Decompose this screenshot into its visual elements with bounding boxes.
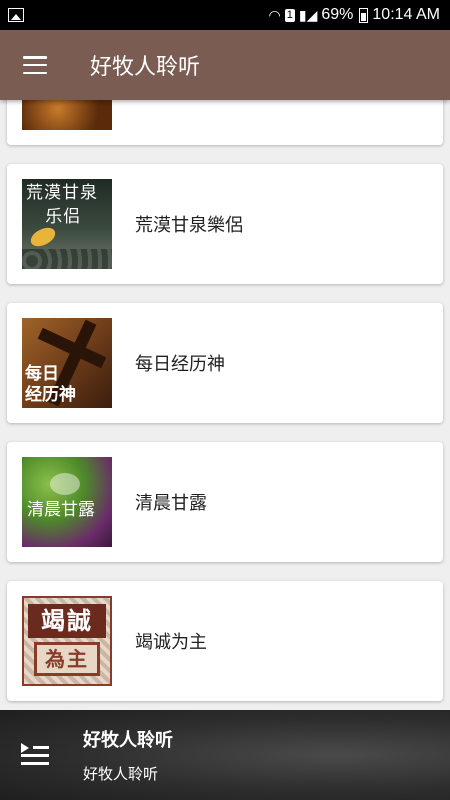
- image-icon: [8, 8, 24, 22]
- list-item[interactable]: 荒漠甘泉 乐侣 荒漠甘泉樂侶: [7, 164, 443, 284]
- queue-music-icon: [21, 743, 49, 767]
- sim-badge: 1: [284, 8, 295, 22]
- album-list[interactable]: 荒漠甘泉 乐侣 荒漠甘泉樂侶 每日 经历神 每日经历神 清晨甘露 清晨甘露 竭誠 …: [0, 100, 450, 710]
- clock: 10:14 AM: [372, 6, 440, 23]
- wifi-icon: ◠: [268, 6, 281, 23]
- album-thumbnail: 清晨甘露: [22, 457, 112, 547]
- status-bar-right: ◠ 1 ▮◢ 69% 10:14 AM: [269, 6, 440, 24]
- queue-button[interactable]: [0, 710, 70, 800]
- list-item-partial[interactable]: [7, 100, 443, 145]
- list-item[interactable]: 每日 经历神 每日经历神: [7, 303, 443, 423]
- page-title: 好牧人聆听: [90, 55, 201, 80]
- app-bar: 好牧人聆听: [0, 30, 450, 100]
- list-item[interactable]: 清晨甘露 清晨甘露: [7, 442, 443, 562]
- menu-button[interactable]: [0, 30, 70, 100]
- list-item-label: 清晨甘露: [135, 493, 207, 514]
- status-bar: ◠ 1 ▮◢ 69% 10:14 AM: [0, 0, 450, 30]
- menu-icon: [23, 56, 47, 74]
- thumbnail-text: 竭誠: [28, 604, 106, 638]
- thumbnail-text: 為主: [34, 642, 100, 676]
- album-thumbnail: 荒漠甘泉 乐侣: [22, 179, 112, 269]
- list-item-label: 每日经历神: [135, 354, 225, 375]
- thumbnail-text: 荒漠甘泉 乐侣: [26, 183, 98, 227]
- now-playing-title: 好牧人聆听: [83, 730, 173, 751]
- battery-percent: 69%: [321, 6, 354, 23]
- album-thumbnail: 竭誠 為主: [22, 596, 112, 686]
- list-item-label: 荒漠甘泉樂侶: [135, 215, 243, 236]
- now-playing-subtitle: 好牧人聆听: [83, 765, 159, 783]
- list-item[interactable]: 竭誠 為主 竭诚为主: [7, 581, 443, 701]
- thumbnail-text: 每日 经历神: [25, 364, 76, 405]
- battery-icon: [359, 7, 369, 23]
- status-bar-left: [8, 8, 269, 22]
- album-thumbnail: [22, 100, 112, 130]
- album-thumbnail: 每日 经历神: [22, 318, 112, 408]
- thumbnail-text: 清晨甘露: [27, 500, 95, 520]
- list-item-label: 竭诚为主: [135, 632, 207, 653]
- now-playing-info: 好牧人聆听 好牧人聆听: [83, 726, 173, 784]
- now-playing-bar[interactable]: 好牧人聆听 好牧人聆听: [0, 710, 450, 800]
- signal-icon: ▮◢: [298, 6, 318, 23]
